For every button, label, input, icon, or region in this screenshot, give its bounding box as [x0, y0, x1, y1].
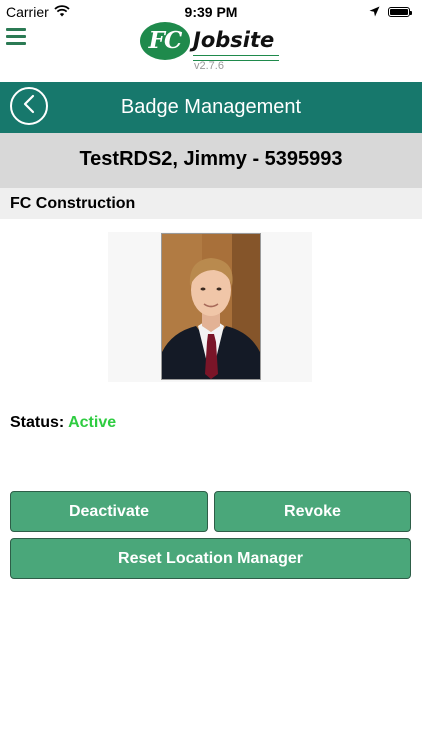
page-title: Badge Management: [120, 96, 302, 118]
employee-name-bar: TestRDS2, Jimmy - 5395993: [0, 133, 422, 188]
company-name: FC Construction: [10, 195, 136, 212]
employee-name: TestRDS2, Jimmy - 5395993: [79, 148, 343, 170]
status-value: Active: [68, 414, 117, 431]
status-bar: Carrier 9:39 PM: [0, 0, 422, 22]
app-logo: FC Jobsite v2.7.6: [140, 20, 285, 74]
reset-location-manager-button[interactable]: Reset Location Manager: [10, 538, 411, 579]
logo-mark: FC: [140, 22, 190, 60]
status-label: Status:: [10, 414, 65, 431]
badge-photo-area: [108, 232, 312, 382]
hamburger-menu-icon[interactable]: [6, 28, 26, 46]
badge-photo: [161, 233, 261, 380]
company-bar: FC Construction: [0, 188, 422, 219]
logo-text: Jobsite: [193, 28, 275, 52]
location-arrow-icon: [369, 4, 380, 20]
badge-status: Status: Active: [10, 414, 116, 432]
clock: 9:39 PM: [184, 4, 238, 20]
status-bar-right: [369, 4, 412, 20]
deactivate-button[interactable]: Deactivate: [10, 491, 208, 532]
revoke-button[interactable]: Revoke: [214, 491, 411, 532]
battery-icon: [388, 7, 412, 17]
title-bar: Badge Management: [0, 82, 422, 133]
app-version: v2.7.6: [194, 60, 224, 72]
